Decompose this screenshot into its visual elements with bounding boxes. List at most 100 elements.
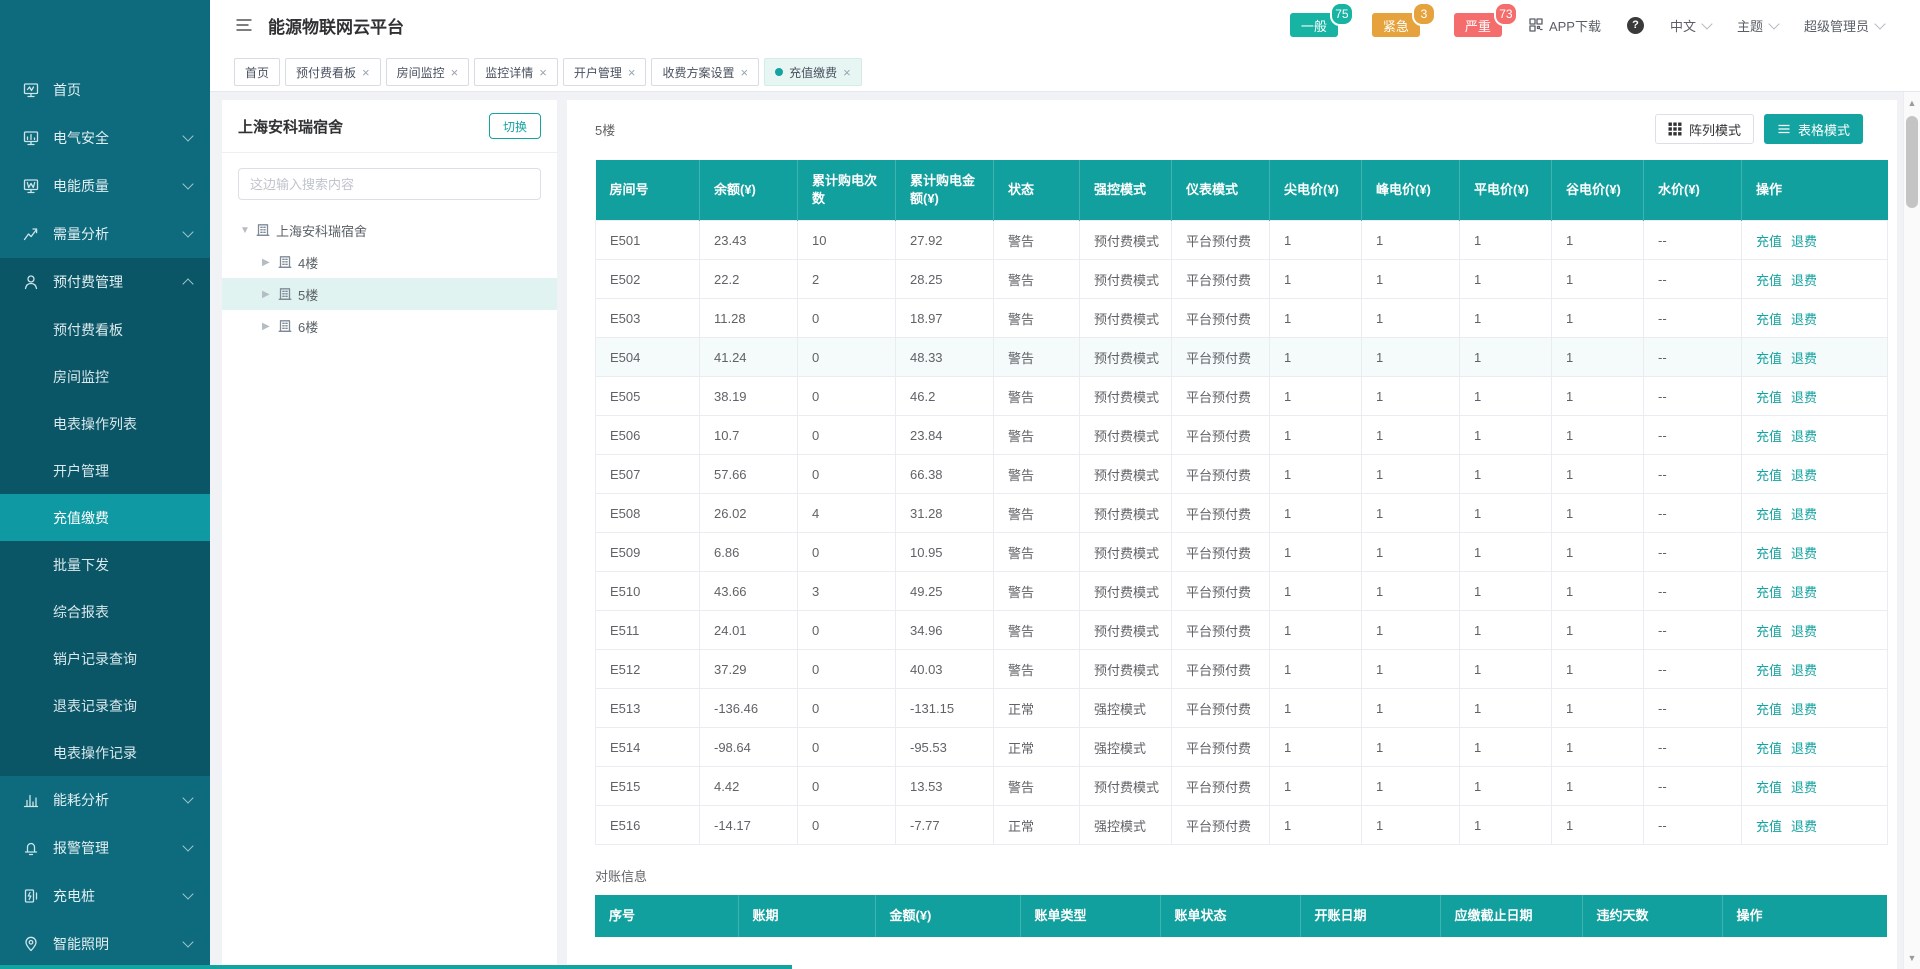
recharge-link[interactable]: 充值 bbox=[1756, 234, 1782, 249]
prepaid-icon bbox=[22, 273, 40, 291]
recharge-link[interactable]: 充值 bbox=[1756, 624, 1782, 639]
building-icon bbox=[256, 223, 270, 237]
refund-link[interactable]: 退费 bbox=[1791, 273, 1817, 288]
alarm-badge[interactable]: 紧急3 bbox=[1372, 13, 1420, 37]
tree-node-floor[interactable]: ▶4楼 bbox=[222, 246, 557, 278]
user-dropdown[interactable]: 超级管理员 bbox=[1804, 16, 1884, 35]
sidebar-subitem[interactable]: 综合报表 bbox=[0, 588, 210, 635]
app-download[interactable]: APP下载 bbox=[1528, 16, 1601, 35]
sidebar-subitem[interactable]: 预付费看板 bbox=[0, 306, 210, 353]
recharge-link[interactable]: 充值 bbox=[1756, 819, 1782, 834]
recharge-link[interactable]: 充值 bbox=[1756, 507, 1782, 522]
refund-link[interactable]: 退费 bbox=[1791, 702, 1817, 717]
horizontal-scrollbar-thumb[interactable] bbox=[0, 965, 792, 969]
view-mode-list-button[interactable]: 表格模式 bbox=[1764, 114, 1863, 144]
recharge-link[interactable]: 充值 bbox=[1756, 468, 1782, 483]
recharge-link[interactable]: 充值 bbox=[1756, 663, 1782, 678]
tab-item[interactable]: 监控详情× bbox=[474, 58, 558, 86]
language-dropdown[interactable]: 中文 bbox=[1670, 16, 1711, 35]
recharge-link[interactable]: 充值 bbox=[1756, 741, 1782, 756]
scroll-down-arrow[interactable]: ▼ bbox=[1904, 953, 1920, 963]
sidebar-subitem[interactable]: 电表操作记录 bbox=[0, 729, 210, 776]
menu-collapse-icon[interactable] bbox=[234, 15, 254, 35]
theme-dropdown[interactable]: 主题 bbox=[1737, 16, 1778, 35]
tree-node-floor[interactable]: ▶5楼 bbox=[222, 278, 557, 310]
sidebar-subitem[interactable]: 退表记录查询 bbox=[0, 682, 210, 729]
table-cell: 1 bbox=[1270, 806, 1362, 845]
sidebar-subitem[interactable]: 充值缴费 bbox=[0, 494, 210, 541]
sidebar-item-quality[interactable]: 电能质量 bbox=[0, 162, 210, 210]
sidebar-subitem[interactable]: 房间监控 bbox=[0, 353, 210, 400]
table-cell: 0 bbox=[798, 338, 896, 377]
sidebar-item-safety[interactable]: 电气安全 bbox=[0, 114, 210, 162]
scroll-up-arrow[interactable]: ▲ bbox=[1904, 98, 1920, 108]
chevron-down-icon bbox=[182, 888, 193, 899]
view-mode-grid-button[interactable]: 阵列模式 bbox=[1655, 114, 1754, 144]
sidebar-item-lighting[interactable]: 智能照明 bbox=[0, 920, 210, 968]
tree-expand-icon[interactable]: ▼ bbox=[240, 225, 256, 236]
recharge-link[interactable]: 充值 bbox=[1756, 312, 1782, 327]
refund-link[interactable]: 退费 bbox=[1791, 741, 1817, 756]
table-cell: 平台预付费 bbox=[1172, 260, 1270, 299]
sidebar-subitem[interactable]: 电表操作列表 bbox=[0, 400, 210, 447]
recharge-link[interactable]: 充值 bbox=[1756, 585, 1782, 600]
alarm-badge[interactable]: 一般75 bbox=[1290, 13, 1338, 37]
tree-search-input[interactable] bbox=[238, 168, 541, 200]
tab-item[interactable]: 收费方案设置× bbox=[651, 58, 759, 86]
refund-link[interactable]: 退费 bbox=[1791, 390, 1817, 405]
refund-link[interactable]: 退费 bbox=[1791, 468, 1817, 483]
refund-link[interactable]: 退费 bbox=[1791, 585, 1817, 600]
close-icon[interactable]: × bbox=[740, 66, 748, 79]
recharge-link[interactable]: 充值 bbox=[1756, 273, 1782, 288]
recharge-link[interactable]: 充值 bbox=[1756, 429, 1782, 444]
tab-item[interactable]: 首页 bbox=[234, 58, 280, 86]
refund-link[interactable]: 退费 bbox=[1791, 507, 1817, 522]
tab-item[interactable]: 开户管理× bbox=[563, 58, 647, 86]
refund-link[interactable]: 退费 bbox=[1791, 624, 1817, 639]
refund-link[interactable]: 退费 bbox=[1791, 234, 1817, 249]
sidebar-item-demand[interactable]: 需量分析 bbox=[0, 210, 210, 258]
sidebar-item-alarm[interactable]: 报警管理 bbox=[0, 824, 210, 872]
close-icon[interactable]: × bbox=[628, 66, 636, 79]
room-number-cell: E502 bbox=[596, 260, 700, 299]
close-icon[interactable]: × bbox=[539, 66, 547, 79]
refund-link[interactable]: 退费 bbox=[1791, 663, 1817, 678]
tab-item[interactable]: 房间监控× bbox=[386, 58, 470, 86]
tab-active[interactable]: 充值缴费× bbox=[764, 58, 862, 86]
refund-link[interactable]: 退费 bbox=[1791, 312, 1817, 327]
recharge-link[interactable]: 充值 bbox=[1756, 702, 1782, 717]
sidebar-item-prepaid[interactable]: 预付费管理 bbox=[0, 258, 210, 306]
close-icon[interactable]: × bbox=[843, 66, 851, 79]
table-cell: 平台预付费 bbox=[1172, 806, 1270, 845]
switch-building-button[interactable]: 切换 bbox=[489, 113, 541, 139]
tree-node-root[interactable]: ▼ 上海安科瑞宿舍 bbox=[222, 214, 557, 246]
recharge-link[interactable]: 充值 bbox=[1756, 546, 1782, 561]
vertical-scrollbar-thumb[interactable] bbox=[1906, 116, 1918, 208]
close-icon[interactable]: × bbox=[362, 66, 370, 79]
recharge-link[interactable]: 充值 bbox=[1756, 390, 1782, 405]
help-button[interactable]: ? bbox=[1627, 17, 1644, 34]
sidebar-item-home[interactable]: 首页 bbox=[0, 66, 210, 114]
refund-link[interactable]: 退费 bbox=[1791, 546, 1817, 561]
refund-link[interactable]: 退费 bbox=[1791, 819, 1817, 834]
table-cell: 1 bbox=[1362, 728, 1460, 767]
tree-expand-icon[interactable]: ▶ bbox=[262, 289, 278, 300]
sidebar-subitem[interactable]: 开户管理 bbox=[0, 447, 210, 494]
refund-link[interactable]: 退费 bbox=[1791, 351, 1817, 366]
tree-expand-icon[interactable]: ▶ bbox=[262, 257, 278, 268]
recharge-link[interactable]: 充值 bbox=[1756, 780, 1782, 795]
refund-link[interactable]: 退费 bbox=[1791, 780, 1817, 795]
table-cell: -- bbox=[1644, 416, 1742, 455]
close-icon[interactable]: × bbox=[451, 66, 459, 79]
tree-node-floor[interactable]: ▶6楼 bbox=[222, 310, 557, 342]
sidebar-item-charger[interactable]: 充电桩 bbox=[0, 872, 210, 920]
tab-item[interactable]: 预付费看板× bbox=[285, 58, 381, 86]
sidebar-subitem[interactable]: 批量下发 bbox=[0, 541, 210, 588]
sidebar-item-energy[interactable]: 能耗分析 bbox=[0, 776, 210, 824]
refund-link[interactable]: 退费 bbox=[1791, 429, 1817, 444]
tree-node-label: 上海安科瑞宿舍 bbox=[276, 221, 367, 240]
alarm-badge[interactable]: 严重73 bbox=[1454, 13, 1502, 37]
sidebar-subitem[interactable]: 销户记录查询 bbox=[0, 635, 210, 682]
tree-expand-icon[interactable]: ▶ bbox=[262, 321, 278, 332]
recharge-link[interactable]: 充值 bbox=[1756, 351, 1782, 366]
